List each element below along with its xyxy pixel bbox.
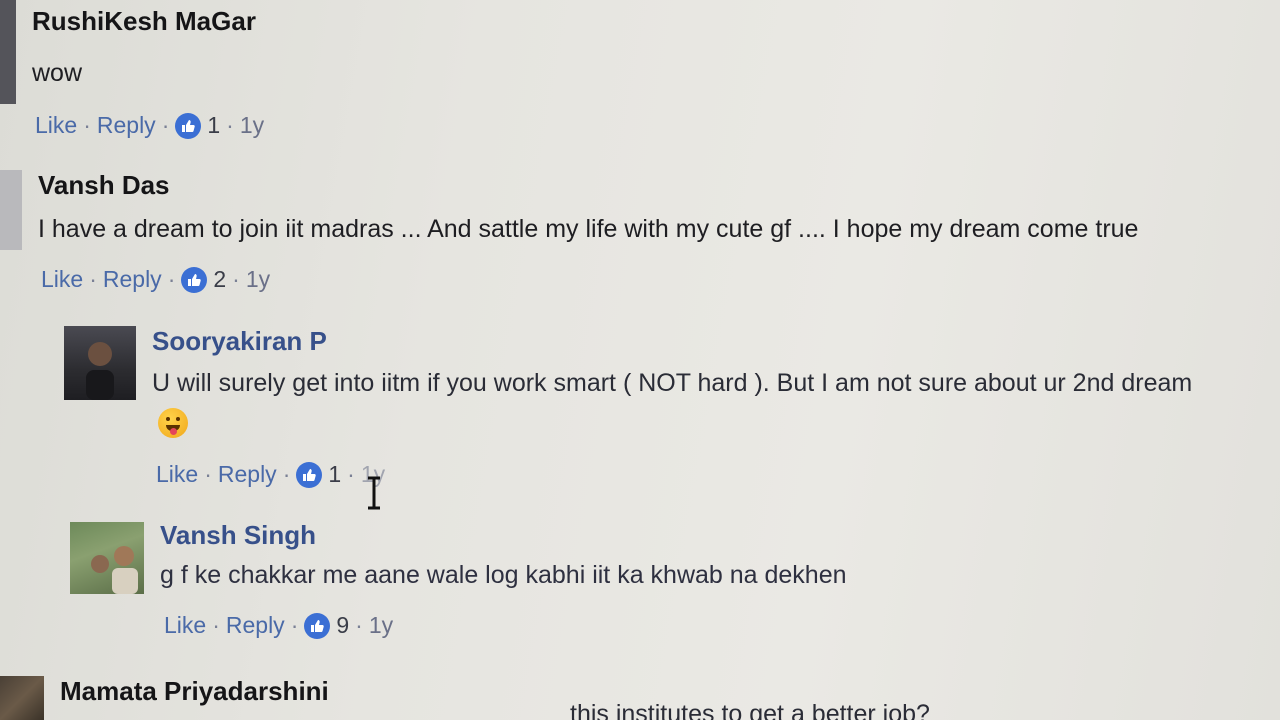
reply-link[interactable]: Reply <box>218 461 277 488</box>
comment-text-partial: this institutes to get a better job? <box>570 700 930 720</box>
reaction-count[interactable]: 9 <box>336 612 349 639</box>
reply-link[interactable]: Reply <box>226 612 285 639</box>
timestamp[interactable]: 1y <box>369 612 393 639</box>
timestamp[interactable]: 1y <box>246 266 270 293</box>
comment-mamata: Mamata Priyadarshini this institutes to … <box>60 676 930 720</box>
timestamp[interactable]: 1y <box>240 112 264 139</box>
reply-author[interactable]: Vansh Singh <box>160 520 847 551</box>
separator: · <box>226 112 234 138</box>
comment-text: wow <box>32 59 83 87</box>
comment-author[interactable]: Vansh Das <box>38 170 1138 201</box>
avatar-sooryakiran[interactable] <box>64 326 136 400</box>
separator: · <box>89 266 97 292</box>
reply-text: g f ke chakkar me aane wale log kabhi ii… <box>160 561 847 589</box>
like-link[interactable]: Like <box>41 266 83 293</box>
comment-actions: Like · Reply · 2 · 1y <box>41 266 1138 293</box>
reply-author[interactable]: Sooryakiran P <box>152 326 1192 357</box>
comment-actions: Like · Reply · 1 · 1y <box>35 112 264 139</box>
comment-rushikesh: RushiKesh MaGar wow Like · Reply · 1 · 1… <box>32 6 264 139</box>
like-reaction-icon[interactable] <box>296 461 323 488</box>
reply-link[interactable]: Reply <box>97 112 156 139</box>
comment-text: I have a dream to join iit madras ... An… <box>38 215 1139 243</box>
separator: · <box>204 461 212 487</box>
tongue-out-emoji <box>158 408 1192 443</box>
separator: · <box>290 612 299 638</box>
text-cursor-icon <box>368 476 380 510</box>
reaction-count[interactable]: 1 <box>207 112 220 139</box>
separator: · <box>347 461 355 487</box>
separator: · <box>355 612 363 638</box>
avatar-mamata[interactable] <box>0 676 44 720</box>
reaction-count[interactable]: 2 <box>213 266 226 293</box>
comment-vansh-das: Vansh Das I have a dream to join iit mad… <box>38 170 1138 293</box>
reply-vansh-singh: Vansh Singh g f ke chakkar me aane wale … <box>160 520 847 639</box>
like-link[interactable]: Like <box>164 612 206 639</box>
reply-sooryakiran: Sooryakiran P U will surely get into iit… <box>152 326 1192 488</box>
comment-author[interactable]: Mamata Priyadarshini <box>60 676 329 707</box>
comment-author[interactable]: RushiKesh MaGar <box>32 6 264 37</box>
like-link[interactable]: Like <box>35 112 77 139</box>
separator: · <box>282 461 291 487</box>
reply-actions: Like · Reply · 9 · 1y <box>164 612 847 639</box>
thread-indent-bar <box>0 170 22 250</box>
separator: · <box>232 266 240 292</box>
like-reaction-icon[interactable] <box>175 112 202 139</box>
separator: · <box>83 112 91 138</box>
avatar-partial-rushikesh[interactable] <box>0 0 16 104</box>
avatar-vansh-singh[interactable] <box>70 522 144 594</box>
reply-actions: Like · Reply · 1 · 1y <box>156 461 1192 488</box>
separator: · <box>161 112 170 138</box>
like-reaction-icon[interactable] <box>304 612 331 639</box>
like-reaction-icon[interactable] <box>181 266 208 293</box>
reply-text: U will surely get into iitm if you work … <box>152 369 1193 397</box>
separator: · <box>167 266 176 292</box>
like-link[interactable]: Like <box>156 461 198 488</box>
separator: · <box>212 612 220 638</box>
reaction-count[interactable]: 1 <box>328 461 341 488</box>
reply-link[interactable]: Reply <box>103 266 162 293</box>
